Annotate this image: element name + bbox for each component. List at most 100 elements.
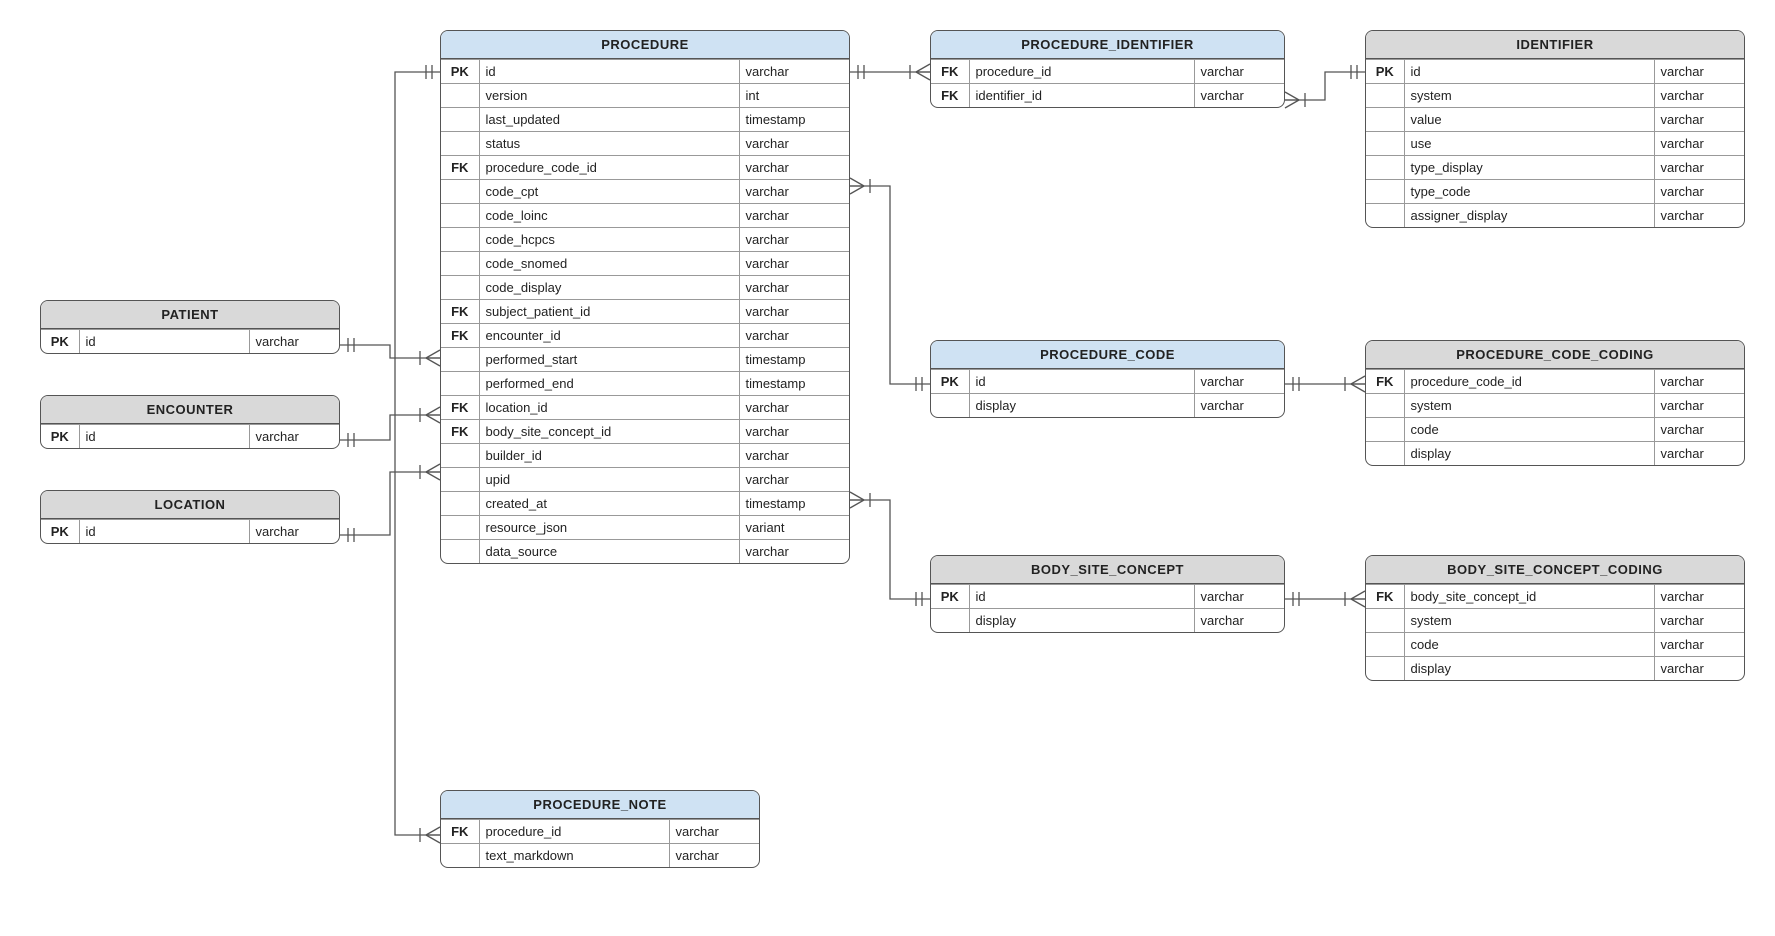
column-type: varchar [739,468,849,492]
column-type: varchar [1654,180,1744,204]
column-type: varchar [249,520,339,544]
column-type: varchar [1654,84,1744,108]
column-type: varchar [669,820,759,844]
entity-columns: PKidvarcharversionintlast_updatedtimesta… [441,59,849,563]
entity-title: PROCEDURE_CODE [931,341,1284,369]
column-type: varchar [669,844,759,868]
column-row: FKprocedure_code_idvarchar [441,156,849,180]
column-row: valuevarchar [1366,108,1744,132]
entity-encounter: ENCOUNTERPKidvarchar [40,395,340,449]
column-key [441,204,479,228]
column-row: performed_endtimestamp [441,372,849,396]
entity-body_site_concept: BODY_SITE_CONCEPTPKidvarchardisplayvarch… [930,555,1285,633]
column-row: FKprocedure_idvarchar [441,820,759,844]
column-type: varchar [739,180,849,204]
column-type: varchar [739,156,849,180]
column-type: timestamp [739,492,849,516]
column-key [931,394,969,418]
column-type: varchar [739,60,849,84]
column-row: code_snomedvarchar [441,252,849,276]
connector [340,338,440,366]
entity-columns: PKidvarchardisplayvarchar [931,369,1284,417]
column-row: code_loincvarchar [441,204,849,228]
entity-procedure_code_coding: PROCEDURE_CODE_CODINGFKprocedure_code_id… [1365,340,1745,466]
column-name: code_display [479,276,739,300]
entity-procedure_identifier: PROCEDURE_IDENTIFIERFKprocedure_idvarcha… [930,30,1285,108]
entity-title: IDENTIFIER [1366,31,1744,59]
column-key [441,540,479,564]
column-key [441,468,479,492]
entity-procedure: PROCEDUREPKidvarcharversionintlast_updat… [440,30,850,564]
column-name: procedure_code_id [479,156,739,180]
column-key [441,372,479,396]
column-row: text_markdownvarchar [441,844,759,868]
column-row: code_displayvarchar [441,276,849,300]
entity-columns: FKprocedure_idvarchartext_markdownvarcha… [441,819,759,867]
column-type: varchar [739,324,849,348]
column-row: systemvarchar [1366,394,1744,418]
column-name: id [969,370,1194,394]
column-row: displayvarchar [931,394,1284,418]
entity-columns: PKidvarchar [41,519,339,543]
column-key [441,844,479,868]
entity-title: PROCEDURE_IDENTIFIER [931,31,1284,59]
entity-columns: PKidvarchar [41,424,339,448]
column-name: display [1404,657,1654,681]
column-row: statusvarchar [441,132,849,156]
column-key [441,444,479,468]
column-type: timestamp [739,108,849,132]
entity-patient: PATIENTPKidvarchar [40,300,340,354]
column-name: code [1404,633,1654,657]
column-key [441,492,479,516]
column-type: varchar [739,420,849,444]
column-type: varchar [739,276,849,300]
connector [1285,591,1365,607]
entity-title: BODY_SITE_CONCEPT_CODING [1366,556,1744,584]
column-key: PK [931,370,969,394]
column-type: varchar [739,540,849,564]
column-key [1366,394,1404,418]
entity-location: LOCATIONPKidvarchar [40,490,340,544]
column-row: displayvarchar [931,609,1284,633]
column-key [441,252,479,276]
column-row: systemvarchar [1366,84,1744,108]
column-name: id [79,330,249,354]
column-name: use [1404,132,1654,156]
entity-procedure_note: PROCEDURE_NOTEFKprocedure_idvarchartext_… [440,790,760,868]
column-row: codevarchar [1366,418,1744,442]
column-name: resource_json [479,516,739,540]
column-key [441,132,479,156]
column-name: location_id [479,396,739,420]
column-row: displayvarchar [1366,442,1744,466]
column-name: subject_patient_id [479,300,739,324]
column-row: type_codevarchar [1366,180,1744,204]
column-name: value [1404,108,1654,132]
connector [850,64,930,80]
entity-columns: FKprocedure_idvarcharFKidentifier_idvarc… [931,59,1284,107]
column-key: PK [41,520,79,544]
column-key: FK [931,84,969,108]
column-type: varchar [1654,657,1744,681]
column-key [1366,108,1404,132]
connector [850,492,930,606]
column-row: PKidvarchar [441,60,849,84]
column-type: varchar [1654,442,1744,466]
column-name: display [969,609,1194,633]
column-key [441,348,479,372]
column-type: varchar [739,204,849,228]
column-row: assigner_displayvarchar [1366,204,1744,228]
connector [1285,65,1365,108]
column-type: varchar [739,444,849,468]
column-key [1366,418,1404,442]
column-key [441,108,479,132]
column-key: FK [441,820,479,844]
entity-columns: PKidvarchardisplayvarchar [931,584,1284,632]
column-type: varchar [1654,108,1744,132]
column-name: performed_end [479,372,739,396]
connector [340,464,440,542]
column-key [441,84,479,108]
column-row: systemvarchar [1366,609,1744,633]
column-name: procedure_id [479,820,669,844]
column-type: varchar [739,132,849,156]
column-key [441,228,479,252]
